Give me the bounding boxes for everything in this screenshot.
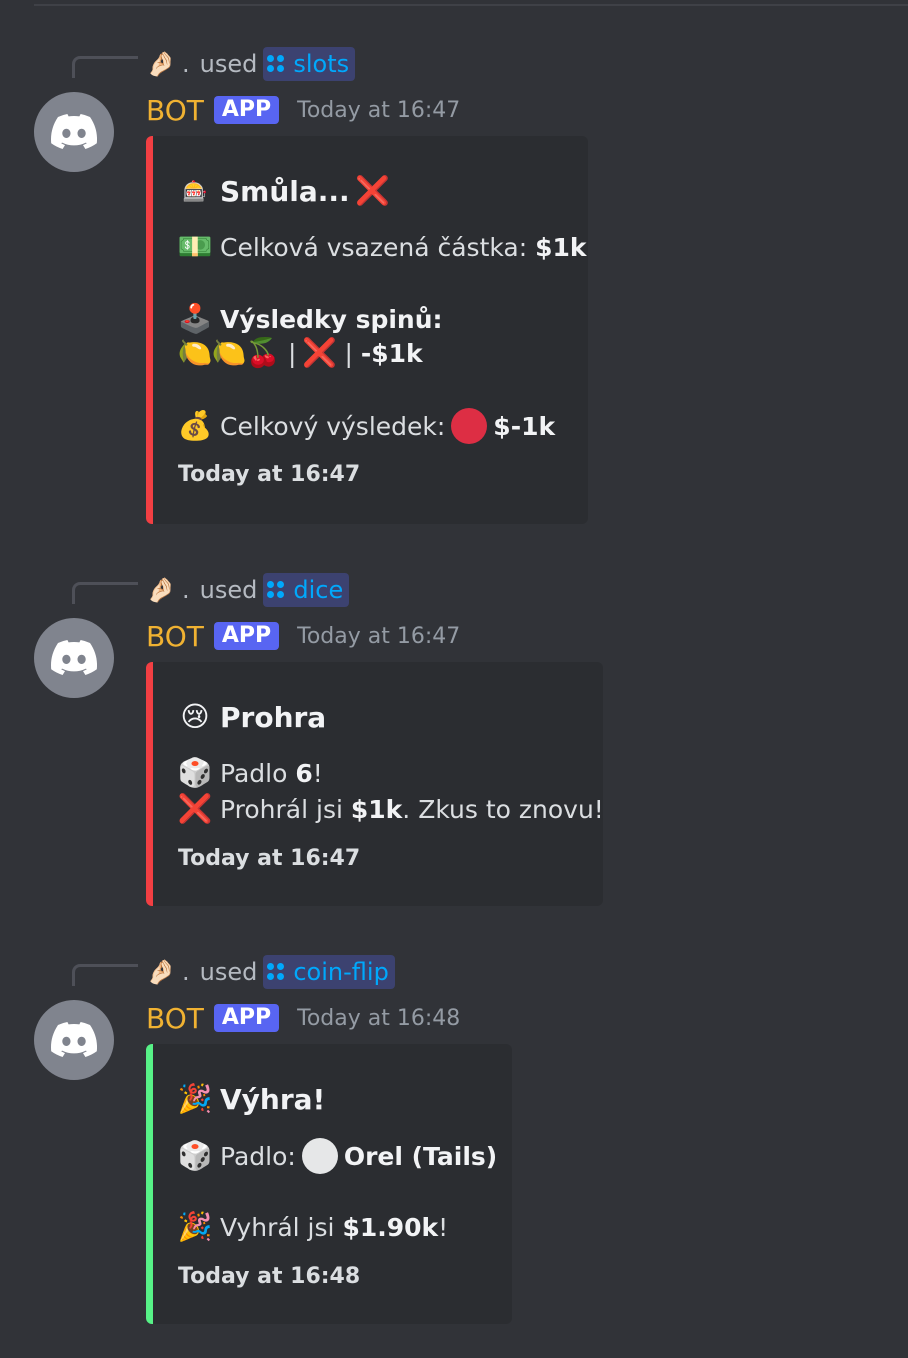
bot-avatar[interactable] [34,92,114,172]
bot-avatar[interactable] [34,618,114,698]
lost-label: Prohrál jsi [220,794,343,824]
embed-title: 🎉 Výhra! [177,1082,326,1116]
embed-lost-line: ❌ Prohrál jsi $1k. Zkus to znovu! [178,792,604,826]
rolled-label: Padlo: [220,1141,296,1171]
discord-logo-icon [51,114,97,149]
slash-command-icon [267,55,285,73]
embed-total-line: 💰 Celkový výsledek: $-1k [178,408,555,444]
total-value: $-1k [493,411,556,441]
command-link-slots[interactable]: slots [263,47,356,81]
author-name[interactable]: BOT [146,1002,204,1035]
white-circle-icon [301,1138,338,1174]
embed-bet-line: 💵 Celková vsazená částka: $1k [178,230,587,264]
top-divider [34,4,908,6]
command-link-coin-flip[interactable]: coin-flip [263,955,395,989]
message-timestamp[interactable]: Today at 16:47 [297,624,460,649]
discord-logo-icon [51,1022,97,1057]
embed-footer: Today at 16:47 [178,846,361,871]
rolled-end: ! [312,758,323,788]
author-name[interactable]: BOT [146,620,204,653]
user-mini-avatar[interactable]: 🤌🏻 [146,50,176,78]
embed-title-text: Výhra! [220,1082,326,1116]
message-header: BOT APP Today at 16:47 [146,92,460,128]
app-badge: APP [213,1004,280,1032]
slash-command-icon [267,963,285,981]
cross-mark-icon: ❌ [355,174,391,207]
embed-slots-result: 🎰 Smůla... ❌ 💵 Celková vsazená částka: $… [146,136,588,524]
reply-username[interactable]: . [182,958,190,986]
embed-title: 😢 Prohra [178,700,326,734]
lost-end: . Zkus to znovu! [402,794,604,824]
lost-value: $1k [350,794,403,824]
spin-value: -$1k [360,338,423,368]
embed-footer: Today at 16:47 [178,462,361,487]
reply-connector [72,56,138,78]
slash-command-icon [267,581,285,599]
embed-title-text: Smůla... [220,174,350,208]
message-timestamp[interactable]: Today at 16:48 [297,1006,460,1031]
reply-used-text: used [199,50,258,78]
embed-rolled-line: 🎲 Padlo 6! [178,756,323,790]
won-value: $1.90k [342,1212,439,1242]
author-name[interactable]: BOT [146,94,204,127]
money-banknote-icon: 💵 [177,230,213,263]
embed-title-text: Prohra [220,700,327,734]
bot-avatar[interactable] [34,1000,114,1080]
crying-face-icon: 😢 [180,700,210,733]
rolled-label: Padlo [220,758,288,788]
red-circle-icon [451,408,488,444]
command-name: coin-flip [293,958,389,986]
dice-icon: 🎲 [177,756,213,789]
party-popper-icon: 🎉 [177,1210,213,1243]
bet-label: Celková vsazená částka: [220,232,528,262]
app-badge: APP [213,622,280,650]
embed-dice-result: 😢 Prohra 🎲 Padlo 6! ❌ Prohrál jsi $1k. Z… [146,662,604,906]
discord-logo-icon [51,640,97,675]
results-label: Výsledky spinů: [220,304,443,334]
command-name: dice [293,576,344,604]
cherries-icon: 🍒 [245,336,281,369]
slot-machine-icon: 🎰 [182,179,208,203]
embed-title: 🎰 Smůla... ❌ [178,174,398,208]
won-label: Vyhrál jsi [220,1212,335,1242]
joystick-icon: 🕹️ [177,302,213,335]
total-label: Celkový výsledek: [220,411,446,441]
command-reply-header: 🤌🏻 . used slots [146,46,356,82]
user-mini-avatar[interactable]: 🤌🏻 [146,576,176,604]
command-reply-header: 🤌🏻 . used coin-flip [146,954,395,990]
reply-connector [72,964,138,986]
dice-icon: 🎲 [177,1139,213,1172]
embed-won-line: 🎉 Vyhrál jsi $1.90k! [177,1210,449,1244]
user-mini-avatar[interactable]: 🤌🏻 [146,958,176,986]
bet-value: $1k [535,232,587,262]
message-header: BOT APP Today at 16:47 [146,618,460,654]
money-bag-icon: 💰 [177,409,213,442]
embed-coin-flip-result: 🎉 Výhra! 🎲 Padlo: Orel (Tails) 🎉 Vyhrál … [146,1044,512,1324]
cross-mark-icon: ❌ [302,336,337,369]
embed-results-heading: 🕹️ Výsledky spinů: [178,302,443,336]
lemon-icon: 🍋 [211,336,247,369]
cross-mark-icon: ❌ [177,792,213,825]
party-popper-icon: 🎉 [177,1082,213,1115]
reply-connector [72,582,138,604]
message-timestamp[interactable]: Today at 16:47 [297,98,460,123]
rolled-value: Orel (Tails) [343,1141,498,1171]
reply-used-text: used [199,576,258,604]
message-header: BOT APP Today at 16:48 [146,1000,460,1036]
lemon-icon: 🍋 [177,336,213,369]
embed-rolled-line: 🎲 Padlo: Orel (Tails) [178,1138,497,1174]
spin-separator: | [288,338,297,368]
command-reply-header: 🤌🏻 . used dice [146,572,350,608]
reply-used-text: used [199,958,258,986]
command-link-dice[interactable]: dice [263,573,350,607]
reply-username[interactable]: . [182,50,190,78]
embed-spin-line: 🍋 🍋 🍒 | ❌ | -$1k [178,336,423,370]
app-badge: APP [213,96,280,124]
embed-footer: Today at 16:48 [178,1264,361,1289]
reply-username[interactable]: . [182,576,190,604]
won-end: ! [438,1212,449,1242]
rolled-value: 6 [295,758,313,788]
command-name: slots [293,50,350,78]
spin-separator: | [344,338,353,368]
